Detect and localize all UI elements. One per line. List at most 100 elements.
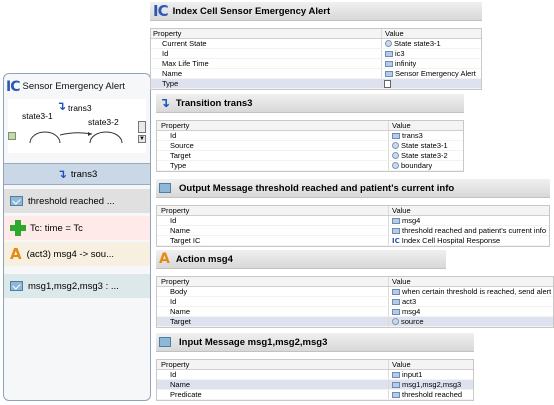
list-item-input-message[interactable]: msg1,msg2,msg3 : ... <box>4 274 150 298</box>
property-value-cell[interactable]: msg4 <box>389 216 420 225</box>
property-value-cell[interactable]: infinity <box>382 59 416 68</box>
transition-section[interactable]: ↴ trans3 <box>4 163 150 185</box>
index-cell-icon: IC <box>6 78 21 95</box>
property-value-cell[interactable]: input1 <box>389 370 422 379</box>
transition-edge-arrow <box>88 132 92 136</box>
property-value-cell[interactable]: when certain threshold is reached, send … <box>389 287 551 296</box>
table-row[interactable]: Id ic3 <box>151 49 481 59</box>
column-header-value[interactable]: Value <box>389 360 411 369</box>
plus-icon <box>10 220 26 236</box>
table-row[interactable]: Current State State state3-1 <box>151 39 481 49</box>
column-header-property[interactable]: Property <box>151 29 382 38</box>
property-value-cell[interactable]: IC Index Cell Hospital Response <box>389 236 500 245</box>
property-value-cell[interactable]: source <box>389 317 424 326</box>
state-node-b <box>89 131 123 144</box>
diagram-state-b-label: state3-2 <box>88 117 119 127</box>
property-value-cell[interactable]: msg4 <box>389 307 420 316</box>
sheet-title-bar: IC Index Cell Sensor Emergency Alert <box>150 2 482 21</box>
table-row[interactable]: Target source <box>157 317 553 327</box>
property-value-cell[interactable]: threshold reached and patient's current … <box>389 226 546 235</box>
property-name-cell: Type <box>157 161 389 170</box>
table-row[interactable]: Predicate threshold reached <box>157 390 473 400</box>
state-value-icon <box>392 162 399 169</box>
state-value-icon <box>392 318 399 325</box>
column-header-property[interactable]: Property <box>157 121 389 130</box>
element-panel-title: Sensor Emergency Alert <box>22 81 125 92</box>
property-value-cell[interactable]: msg1,msg2,msg3 <box>389 380 461 389</box>
property-value: Index Cell Hospital Response <box>401 236 501 245</box>
property-value-cell[interactable]: act3 <box>389 297 416 306</box>
property-value: State state3-1 <box>394 39 441 48</box>
list-item-clock-update[interactable]: Tc: time = Tc <box>4 216 150 240</box>
table-row[interactable]: Id act3 <box>157 297 553 307</box>
table-row[interactable]: Type boundary <box>157 161 463 171</box>
state-node-a <box>29 131 61 144</box>
index-cell-icon: IC <box>153 2 169 20</box>
property-value-icon <box>392 308 400 315</box>
table-row[interactable]: Name Sensor Emergency Alert <box>151 69 481 79</box>
table-row[interactable]: Id trans3 <box>157 131 463 141</box>
property-value-cell[interactable]: State state3-1 <box>382 39 441 48</box>
property-name-cell: Predicate <box>157 390 389 399</box>
element-panel-header: IC Sensor Emergency Alert <box>4 74 150 99</box>
chevron-down-icon[interactable]: ▼ <box>138 135 146 143</box>
property-value: threshold reached <box>402 390 463 399</box>
table-row[interactable]: Id msg4 <box>157 216 549 226</box>
property-name-cell: Id <box>157 370 389 379</box>
sheet-title: Action msg4 <box>175 253 233 265</box>
column-header-property[interactable]: Property <box>157 360 389 369</box>
column-header-value[interactable]: Value <box>389 206 411 215</box>
list-item-action[interactable]: A (act3) msg4 -> sou... <box>4 242 150 266</box>
table-row[interactable]: Target State state3-2 <box>157 151 463 161</box>
table-row[interactable]: Name msg4 <box>157 307 553 317</box>
diagram-state-a-label: state3-1 <box>22 111 53 121</box>
transition-properties-sheet: ↴ Transition trans3 Property Value Id tra… <box>156 94 464 172</box>
property-table: Property Value Id msg4 Name threshold reach… <box>156 205 550 247</box>
table-row[interactable]: Max Life Time infinity <box>151 59 481 69</box>
scroll-left-button[interactable] <box>8 132 16 140</box>
table-row[interactable]: Source State state3-1 <box>157 141 463 151</box>
column-header-property[interactable]: Property <box>157 206 389 215</box>
property-value-cell[interactable]: ic3 <box>382 49 405 58</box>
list-item-label: (act3) msg4 -> sou... <box>26 248 114 260</box>
table-row[interactable]: Id input1 <box>157 370 473 380</box>
property-name-cell: Id <box>157 131 389 140</box>
property-value: boundary <box>401 161 433 170</box>
edit-cursor[interactable] <box>384 79 391 88</box>
table-header: Property Value <box>157 121 463 131</box>
action-icon: A <box>159 251 170 267</box>
property-value: when certain threshold is reached, send … <box>402 287 552 296</box>
sheet-title-bar: ↴ Transition trans3 <box>156 94 464 113</box>
column-header-value[interactable]: Value <box>389 121 411 130</box>
scroll-thumb[interactable] <box>138 121 146 133</box>
property-value-cell[interactable]: threshold reached <box>389 390 462 399</box>
column-header-value[interactable]: Value <box>389 277 411 286</box>
table-row[interactable]: Name msg1,msg2,msg3 <box>157 380 473 390</box>
table-row[interactable]: Target IC IC Index Cell Hospital Response <box>157 236 549 246</box>
property-value-cell[interactable] <box>382 79 391 88</box>
property-value-cell[interactable]: trans3 <box>389 131 423 140</box>
list-item-label: threshold reached ... <box>28 195 115 207</box>
diagram-transition-label: trans3 <box>68 103 92 113</box>
property-table: Property Value Body when certain threshol… <box>156 276 554 328</box>
property-value-icon <box>392 371 400 378</box>
property-value-cell[interactable]: Sensor Emergency Alert <box>382 69 476 78</box>
state-value-icon <box>385 40 392 47</box>
property-value: input1 <box>402 370 423 379</box>
message-icon <box>159 183 171 193</box>
property-name-cell: Name <box>157 307 389 316</box>
property-value-cell[interactable]: State state3-2 <box>389 151 448 160</box>
table-row[interactable]: Name threshold reached and patient's curr… <box>157 226 549 236</box>
property-value-cell[interactable]: boundary <box>389 161 432 170</box>
property-value-cell[interactable]: State state3-1 <box>389 141 448 150</box>
table-row[interactable]: Type <box>151 79 481 89</box>
state-diagram[interactable]: ↴ trans3 state3-1 state3-2 ▼ <box>8 99 146 153</box>
property-name-cell: Id <box>151 49 382 58</box>
list-item-output-message[interactable]: threshold reached ... <box>4 189 150 213</box>
table-row[interactable]: Body when certain threshold is reached, s… <box>157 287 553 297</box>
sheet-title: Output Message threshold reached and pat… <box>179 182 455 194</box>
column-header-value[interactable]: Value <box>382 29 404 38</box>
property-name-cell: Id <box>157 297 389 306</box>
sheet-title: Input Message msg1,msg2,msg3 <box>179 336 328 348</box>
column-header-property[interactable]: Property <box>157 277 389 286</box>
